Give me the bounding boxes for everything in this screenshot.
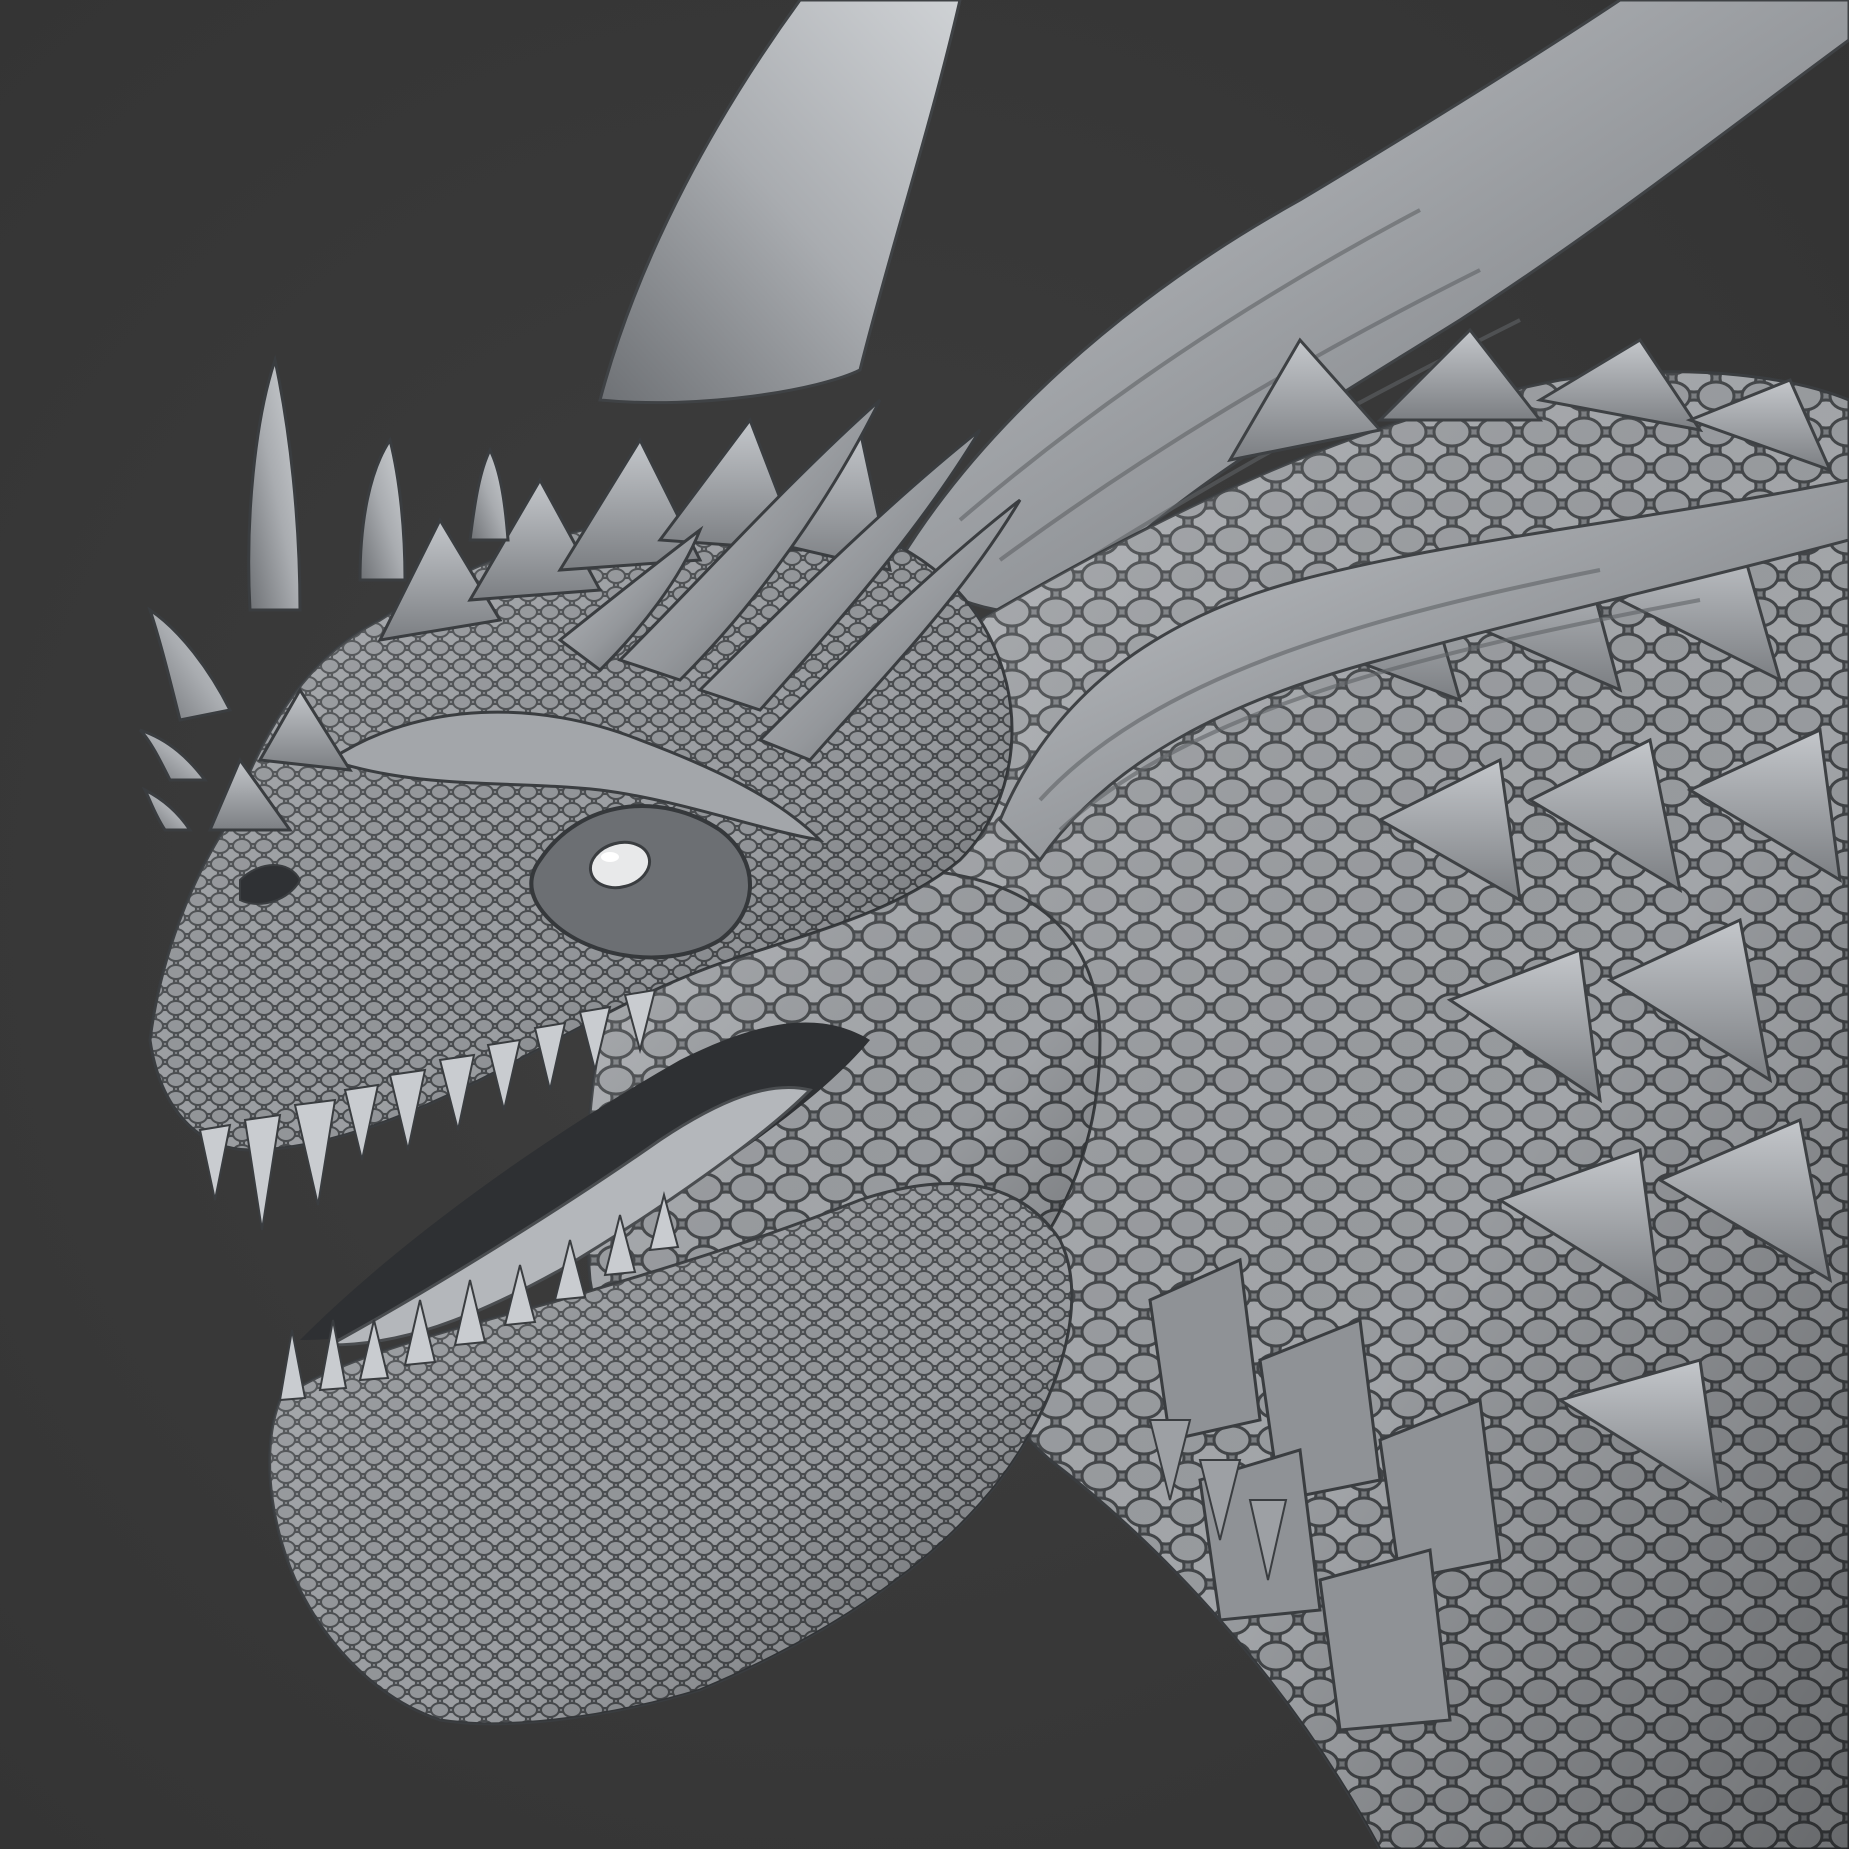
dragon-sculpt-svg (0, 0, 1849, 1849)
eye-highlight (601, 852, 619, 862)
dragon-sculpt-render (0, 0, 1849, 1849)
